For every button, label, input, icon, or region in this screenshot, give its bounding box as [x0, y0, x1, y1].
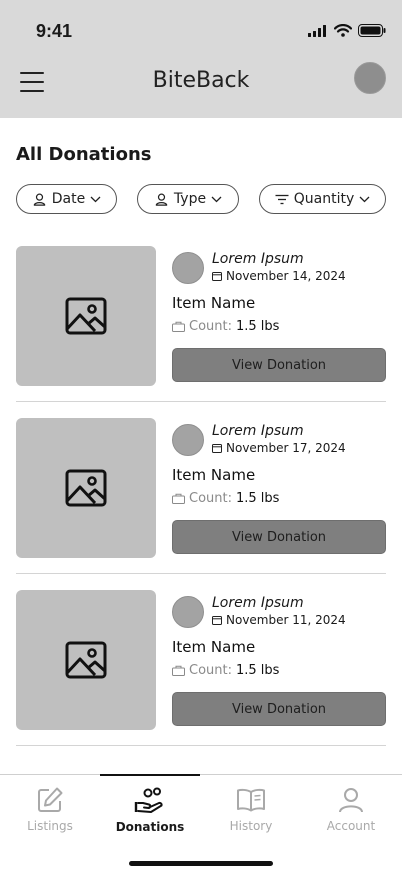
- donation-image-placeholder: [16, 246, 156, 386]
- view-donation-button[interactable]: View Donation: [172, 520, 386, 554]
- nav-label: Account: [326, 819, 376, 833]
- filter-quantity-label: Quantity: [293, 191, 355, 207]
- filter-lines-icon: [275, 194, 289, 204]
- donation-date-text: November 14, 2024: [226, 269, 346, 283]
- calendar-icon: [212, 272, 222, 281]
- user-icon: [33, 193, 46, 206]
- donor-avatar: [172, 252, 204, 284]
- donation-date-text: November 11, 2024: [226, 613, 346, 627]
- count-label: Count:: [189, 663, 232, 678]
- signal-icon: [308, 24, 326, 37]
- top-bar: 9:41 BiteBack: [0, 0, 402, 118]
- bag-icon: [172, 493, 185, 504]
- item-name: Item Name: [172, 638, 256, 656]
- bottom-nav: Listings Donations History Account: [0, 774, 402, 874]
- donation-image-placeholder: [16, 418, 156, 558]
- nav-label: History: [229, 819, 273, 833]
- view-donation-button[interactable]: View Donation: [172, 348, 386, 382]
- item-count: Count: 1.5 lbs: [172, 319, 279, 334]
- home-indicator: [129, 861, 273, 866]
- nav-label: Donations: [115, 820, 185, 834]
- filter-type-button[interactable]: Type: [137, 184, 239, 214]
- filter-date-label: Date: [51, 191, 86, 207]
- donation-date-text: November 17, 2024: [226, 441, 346, 455]
- user-icon: [155, 193, 168, 206]
- donation-date: November 14, 2024: [212, 269, 346, 283]
- image-icon: [65, 469, 107, 507]
- filter-bar: Date Type Quantity: [16, 184, 386, 214]
- image-icon: [65, 641, 107, 679]
- count-value: 1.5 lbs: [236, 491, 280, 506]
- count-value: 1.5 lbs: [236, 319, 280, 334]
- donor-avatar: [172, 596, 204, 628]
- chevron-down-icon: [211, 196, 222, 202]
- book-icon: [237, 788, 265, 812]
- donor-name: Lorem Ipsum: [212, 423, 304, 439]
- edit-icon: [38, 787, 63, 812]
- nav-tab-listings[interactable]: Listings: [0, 775, 100, 841]
- nav-label: Listings: [27, 819, 73, 833]
- nav-tab-account[interactable]: Account: [301, 775, 401, 841]
- donor-avatar: [172, 424, 204, 456]
- count-label: Count:: [189, 319, 232, 334]
- donation-image-placeholder: [16, 590, 156, 730]
- bag-icon: [172, 665, 185, 676]
- image-icon: [65, 297, 107, 335]
- filter-date-button[interactable]: Date: [16, 184, 117, 214]
- item-name: Item Name: [172, 466, 256, 484]
- nav-tab-donations[interactable]: Donations: [100, 774, 200, 840]
- item-count: Count: 1.5 lbs: [172, 663, 279, 678]
- chevron-down-icon: [359, 196, 370, 202]
- status-time: 9:41: [36, 21, 73, 41]
- filter-type-label: Type: [173, 191, 207, 207]
- donation-date: November 17, 2024: [212, 441, 346, 455]
- item-count: Count: 1.5 lbs: [172, 491, 279, 506]
- donation-card: Lorem Ipsum November 17, 2024 Item Name …: [16, 418, 386, 574]
- donation-date: November 11, 2024: [212, 613, 346, 627]
- profile-avatar[interactable]: [354, 62, 386, 94]
- filter-quantity-button[interactable]: Quantity: [259, 184, 386, 214]
- calendar-icon: [212, 616, 222, 625]
- item-name: Item Name: [172, 294, 256, 312]
- page-title: All Donations: [16, 144, 152, 165]
- wifi-icon: [334, 24, 352, 37]
- donor-name: Lorem Ipsum: [212, 595, 304, 611]
- calendar-icon: [212, 444, 222, 453]
- donation-card: Lorem Ipsum November 14, 2024 Item Name …: [16, 246, 386, 402]
- count-label: Count:: [189, 491, 232, 506]
- donor-name: Lorem Ipsum: [212, 251, 304, 267]
- chevron-down-icon: [90, 196, 101, 202]
- count-value: 1.5 lbs: [236, 663, 280, 678]
- app-title: BiteBack: [152, 68, 250, 93]
- nav-tab-history[interactable]: History: [201, 775, 301, 841]
- battery-icon: [358, 24, 386, 37]
- donation-card: Lorem Ipsum November 11, 2024 Item Name …: [16, 590, 386, 746]
- view-donation-button[interactable]: View Donation: [172, 692, 386, 726]
- bag-icon: [172, 321, 185, 332]
- user-icon: [339, 788, 363, 813]
- donate-hand-icon: [134, 787, 163, 813]
- status-icons: [308, 24, 386, 37]
